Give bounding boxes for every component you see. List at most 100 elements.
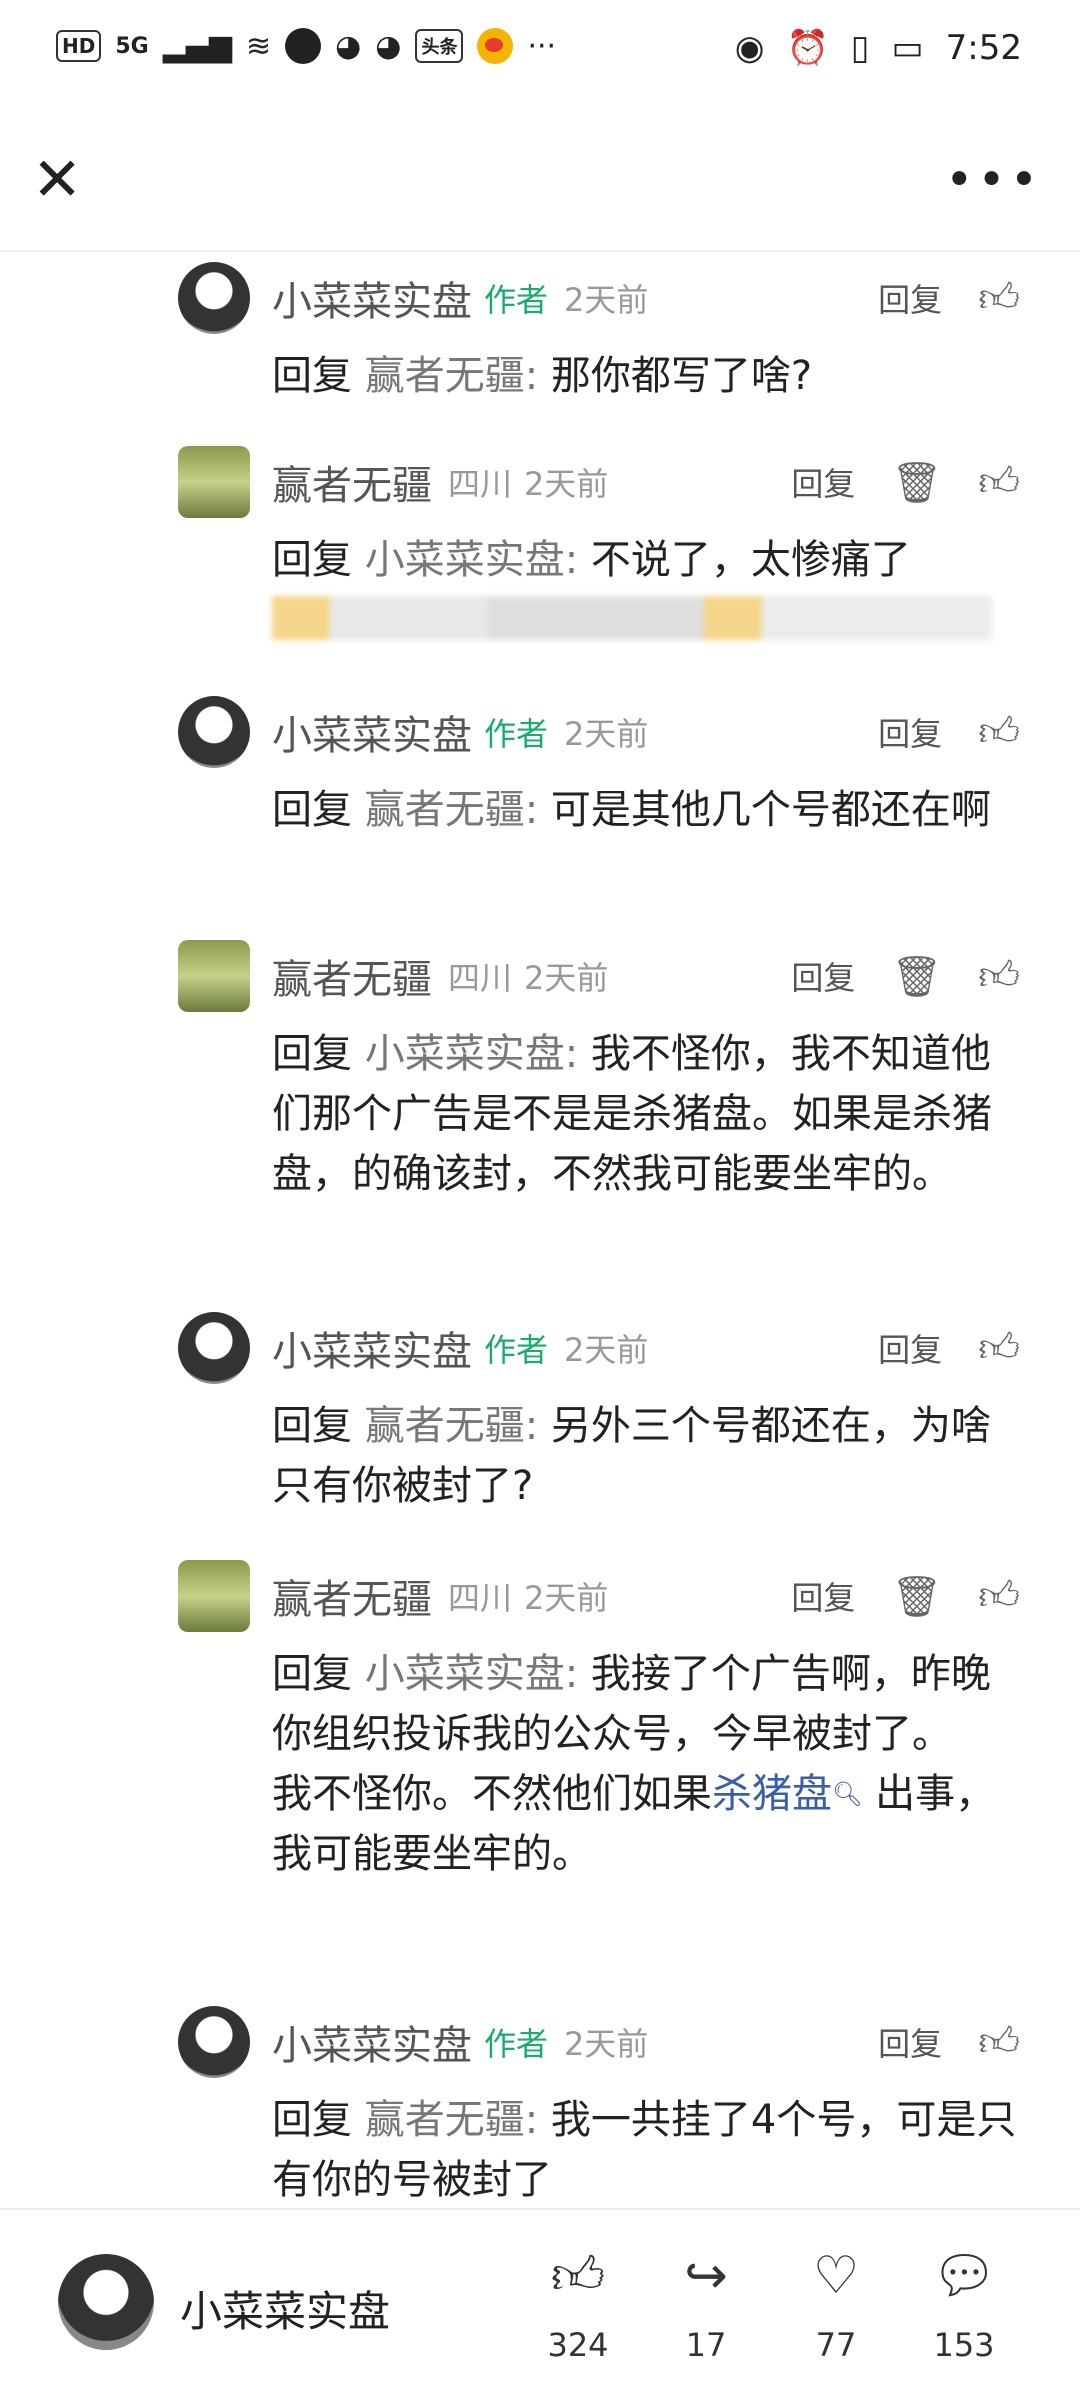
like-icon[interactable]: 👍︎ [978, 274, 1020, 322]
username[interactable]: 赢者无疆 [272, 453, 432, 511]
timestamp: 2天前 [564, 281, 649, 319]
blurred-redaction [272, 596, 992, 640]
comment-actions: 回复 👍︎ [878, 262, 1020, 334]
comment-stat[interactable]: 💬︎ 153 [919, 2246, 1009, 2364]
reply-button[interactable]: 回复 [878, 1325, 942, 1371]
avatar[interactable] [178, 1312, 250, 1384]
username[interactable]: 小菜菜实盘 [272, 2013, 472, 2071]
timestamp: 2天前 [524, 1579, 609, 1617]
battery-icon: ▭ [891, 28, 924, 68]
like-icon[interactable]: 👍︎ [978, 2018, 1020, 2066]
avatar[interactable] [178, 2006, 250, 2078]
author-badge: 作者 [484, 715, 549, 753]
avatar[interactable] [178, 262, 250, 334]
favorite-stat[interactable]: ♡ 77 [791, 2246, 881, 2364]
wifi-icon: ≋ [245, 28, 272, 64]
reply-button[interactable]: 回复 [878, 2019, 942, 2065]
reply-button[interactable]: 回复 [878, 709, 942, 755]
toutiao-icon: 头条 [415, 29, 464, 63]
share-count: 17 [685, 2326, 727, 2364]
network-label: 5G [115, 33, 149, 59]
comment-text: 回复 小菜菜实盘: 不说了，太惨痛了 [272, 530, 1020, 640]
delete-icon[interactable]: 🗑︎ [891, 1573, 942, 1620]
reply-target[interactable]: 赢者无疆: [365, 353, 538, 399]
comment-text: 回复 赢者无疆: 那你都写了啥? [272, 346, 1020, 406]
username[interactable]: 小菜菜实盘 [272, 1319, 472, 1377]
username[interactable]: 赢者无疆 [272, 1567, 432, 1625]
reply-button[interactable]: 回复 [878, 275, 942, 321]
comment-header: 小菜菜实盘 作者 2天前 [272, 262, 648, 334]
comment-text: 回复 赢者无疆: 可是其他几个号都还在啊 [272, 780, 1020, 840]
author-avatar[interactable] [58, 2254, 154, 2350]
hd-badge: HD [56, 30, 102, 62]
thumbs-up-icon[interactable]: 👍︎ [533, 2246, 623, 2306]
more-icon[interactable]: ••• [945, 150, 1042, 210]
timestamp: 2天前 [524, 959, 609, 997]
like-icon[interactable]: 👍︎ [978, 708, 1020, 756]
timestamp: 2天前 [564, 715, 649, 753]
reply-target[interactable]: 小菜菜实盘: [365, 1651, 578, 1697]
comment-content: 不说了，太惨痛了 [590, 537, 911, 583]
reply-target[interactable]: 赢者无疆: [365, 2097, 538, 2143]
weibo-icon [477, 28, 514, 64]
alarm-icon: ⏰ [786, 28, 829, 68]
reply-target[interactable]: 赢者无疆: [365, 787, 538, 833]
wechat-icon: ◕ [335, 28, 362, 64]
like-icon[interactable]: 👍︎ [978, 458, 1020, 506]
author-badge: 作者 [484, 281, 549, 319]
share-stat[interactable]: ↪ 17 [661, 2246, 751, 2364]
comment-header: 小菜菜实盘 作者 2天前 [272, 1312, 648, 1384]
search-link[interactable]: 杀猪盘 [712, 1771, 832, 1817]
bottom-bar: 小菜菜实盘 👍︎ 324 ↪ 17 ♡ 77 💬︎ 153 [0, 2208, 1080, 2390]
reply-target[interactable]: 小菜菜实盘: [365, 537, 578, 583]
favorite-count: 77 [815, 2326, 857, 2364]
location: 四川 [448, 1579, 513, 1617]
comment-content: 可是其他几个号都还在啊 [550, 787, 991, 833]
avatar[interactable] [178, 1560, 250, 1632]
username[interactable]: 小菜菜实盘 [272, 703, 472, 761]
reply-prefix: 回复 [272, 1031, 352, 1077]
avatar[interactable] [178, 446, 250, 518]
comment-actions: 回复 🗑︎ 👍︎ [791, 446, 1020, 518]
reply-prefix: 回复 [272, 1651, 352, 1697]
reply-target[interactable]: 赢者无疆: [365, 1403, 538, 1449]
vibrate-icon: ▯ [850, 28, 870, 68]
reply-prefix: 回复 [272, 353, 352, 399]
reply-button[interactable]: 回复 [791, 1573, 855, 1619]
avatar[interactable] [178, 696, 250, 768]
comment-header: 赢者无疆 四川 2天前 [272, 1560, 608, 1632]
delete-icon[interactable]: 🗑︎ [891, 953, 942, 1000]
like-icon[interactable]: 👍︎ [978, 1572, 1020, 1620]
signal-icon: ▂▄▆ [162, 28, 232, 64]
location: 四川 [448, 959, 513, 997]
author-badge: 作者 [484, 1331, 549, 1369]
search-icon[interactable]: 🔍︎ [832, 1780, 862, 1808]
heart-icon[interactable]: ♡ [791, 2246, 881, 2306]
comment-actions: 回复 👍︎ [878, 696, 1020, 768]
status-bar: HD 5G ▂▄▆ ≋ ◕ ◕ 头条 ··· ◉ ⏰ ▯ ▭ 7:52 [0, 0, 1080, 110]
timestamp: 2天前 [524, 465, 609, 503]
author-name[interactable]: 小菜菜实盘 [180, 2278, 390, 2339]
close-icon[interactable]: ✕ [32, 150, 82, 210]
comment-header: 赢者无疆 四川 2天前 [272, 446, 608, 518]
comment-icon[interactable]: 💬︎ [919, 2246, 1009, 2306]
reply-button[interactable]: 回复 [791, 953, 855, 999]
username[interactable]: 小菜菜实盘 [272, 269, 472, 327]
comment-actions: 回复 🗑︎ 👍︎ [791, 940, 1020, 1012]
timestamp: 2天前 [564, 2025, 649, 2063]
clock: 7:52 [945, 28, 1022, 68]
comment-text: 回复 赢者无疆: 我一共挂了4个号，可是只有你的号被封了 [272, 2090, 1020, 2210]
reply-prefix: 回复 [272, 537, 352, 583]
delete-icon[interactable]: 🗑︎ [891, 459, 942, 506]
reply-button[interactable]: 回复 [791, 459, 855, 505]
username[interactable]: 赢者无疆 [272, 947, 432, 1005]
reply-target[interactable]: 小菜菜实盘: [365, 1031, 578, 1077]
like-stat[interactable]: 👍︎ 324 [533, 2246, 623, 2364]
like-icon[interactable]: 👍︎ [978, 1324, 1020, 1372]
eye-icon: ◉ [734, 28, 765, 68]
avatar[interactable] [178, 940, 250, 1012]
like-icon[interactable]: 👍︎ [978, 952, 1020, 1000]
share-icon[interactable]: ↪ [661, 2246, 751, 2306]
like-count: 324 [547, 2326, 609, 2364]
reply-prefix: 回复 [272, 2097, 352, 2143]
